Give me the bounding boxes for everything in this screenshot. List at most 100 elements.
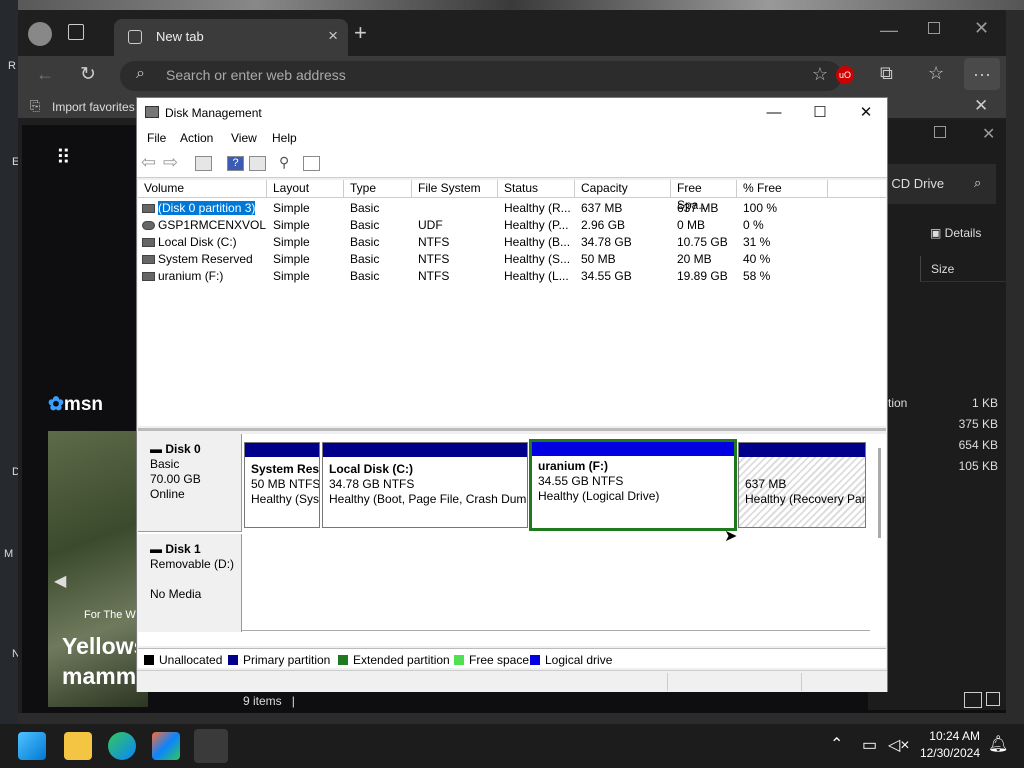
new-tab-icon [128, 30, 142, 44]
cell-capacity: 34.78 GB [581, 235, 632, 249]
start-windows-icon[interactable] [18, 732, 46, 760]
cell-status: Healthy (R... [504, 201, 571, 215]
close-favorites-bar-icon[interactable]: ✕ [974, 96, 988, 116]
cell-volume: (Disk 0 partition 3) [158, 201, 256, 215]
details-pane-icon: ▣ [930, 226, 945, 240]
forward-arrow-icon[interactable]: ⇨ [163, 152, 178, 173]
pane-splitter[interactable] [138, 428, 886, 431]
profile-avatar-icon[interactable] [28, 22, 52, 46]
close-button[interactable]: ✕ [843, 100, 889, 126]
col-free-space[interactable]: Free Spa... [671, 180, 737, 212]
search-disk-icon[interactable]: ⚲ [279, 154, 289, 171]
notifications-bell-icon[interactable]: 🔔︎ [988, 734, 1008, 754]
legend-logical: Logical drive [530, 653, 612, 667]
explorer-items-count: 9 items | [243, 694, 295, 708]
partition-uranium-f[interactable]: uranium (F:) 34.55 GB NTFS Healthy (Logica… [529, 439, 737, 531]
table-row[interactable]: uranium (F:) Simple Basic NTFS Healthy (… [138, 268, 886, 285]
favorites-icon[interactable]: ☆ [928, 63, 944, 84]
table-row[interactable]: GSP1RMCENXVOL... Simple Basic UDF Health… [138, 217, 886, 234]
volume-list: Volume Layout Type File System Status Ca… [138, 180, 886, 426]
tab-actions-icon[interactable] [68, 24, 84, 40]
menu-file[interactable]: File [147, 131, 166, 145]
minimize-icon[interactable]: — [880, 20, 898, 41]
graph-scrollbar[interactable] [878, 448, 881, 538]
desktop-letter: M [4, 548, 14, 560]
disk1-label[interactable]: ▬ Disk 1 Removable (D:) No Media [138, 534, 242, 632]
cell-status: Healthy (B... [504, 235, 571, 249]
mouse-cursor-icon: ➤ [724, 528, 738, 545]
back-arrow-icon[interactable]: ⇦ [141, 152, 156, 173]
col-type[interactable]: Type [344, 180, 412, 198]
more-menu-icon[interactable]: ··· [964, 58, 1000, 90]
close-tab-icon[interactable]: × [328, 26, 338, 46]
display-icon[interactable]: ▭ [862, 735, 877, 755]
news-card[interactable]: ◀ For The W Yellows mamm [48, 431, 148, 707]
cell-status: Healthy (S... [504, 252, 571, 266]
cell-volume: uranium (F:) [158, 269, 224, 283]
cell-capacity: 637 MB [581, 201, 623, 215]
apps-grid-icon[interactable]: ⠿ [56, 145, 71, 170]
details-view-icon[interactable] [964, 692, 982, 708]
file-explorer-icon[interactable] [64, 732, 92, 760]
carousel-prev-icon[interactable]: ◀ [54, 571, 66, 591]
edge-icon[interactable] [108, 732, 136, 760]
menu-help[interactable]: Help [272, 131, 297, 145]
disk0-label[interactable]: ▬ Disk 0 Basic 70.00 GB Online [138, 434, 242, 532]
volume-muted-icon[interactable]: ◁× [888, 735, 910, 755]
col-file-system[interactable]: File System [412, 180, 498, 198]
partition-system-reserved[interactable]: System Res 50 MB NTFS Healthy (Sys [244, 442, 320, 528]
explorer-close-icon[interactable]: ✕ [982, 124, 995, 144]
address-bar[interactable]: ⌕ Search or enter web address ☆ [120, 61, 842, 91]
maximize-button[interactable]: ☐ [797, 100, 843, 126]
table-row[interactable]: System Reserved Simple Basic NTFS Health… [138, 251, 886, 268]
msn-butterfly-icon: ✿ [48, 394, 64, 415]
help-icon[interactable]: ? [227, 156, 244, 171]
file-explorer-window: ✕ ch CD Drive ⌕ ▣ Details Size tion 1 KB… [868, 120, 1006, 710]
close-window-icon[interactable]: ✕ [974, 18, 989, 39]
disk-icon: ▬ [150, 542, 166, 556]
col-volume[interactable]: Volume [138, 180, 267, 198]
cell-type: Basic [350, 235, 380, 249]
maximize-icon[interactable] [928, 22, 940, 34]
tiles-view-icon[interactable] [986, 692, 1000, 706]
col-status[interactable]: Status [498, 180, 575, 198]
size-column-header[interactable]: Size [920, 256, 1006, 282]
col-layout[interactable]: Layout [267, 180, 344, 198]
list-icon[interactable] [303, 156, 320, 171]
taskbar: ⌃ ▭ ◁× 10:24 AM 12/30/2024 🔔︎ [0, 724, 1024, 768]
tab-new-tab[interactable]: New tab × [114, 19, 348, 56]
cell-pct: 31 % [743, 235, 771, 249]
new-tab-plus-icon[interactable]: + [354, 20, 367, 46]
disk-management-window: Disk Management — ☐ ✕ File Action View H… [136, 97, 888, 692]
minimize-button[interactable]: — [751, 100, 797, 126]
table-row[interactable]: (Disk 0 partition 3) Simple Basic Health… [138, 200, 886, 217]
cell-free: 637 MB [677, 201, 719, 215]
menu-action[interactable]: Action [180, 131, 213, 145]
details-button[interactable]: ▣ Details [930, 226, 981, 240]
explorer-maximize-icon[interactable] [934, 126, 946, 138]
refresh-icon[interactable]: ↻ [80, 63, 96, 86]
table-row[interactable]: Local Disk (C:) Simple Basic NTFS Health… [138, 234, 886, 251]
properties-icon[interactable] [249, 156, 266, 171]
show-hide-console-tree-icon[interactable] [195, 156, 212, 171]
store-icon[interactable] [152, 732, 180, 760]
col-capacity[interactable]: Capacity [575, 180, 671, 198]
disk-management-taskbar-icon[interactable] [194, 729, 228, 763]
partition-recovery[interactable]: 637 MB Healthy (Recovery Par [738, 442, 866, 528]
import-favorites-link[interactable]: Import favorites [52, 100, 135, 114]
partition-local-disk-c[interactable]: Local Disk (C:) 34.78 GB NTFS Healthy (Boo… [322, 442, 528, 528]
desktop-letter: R [8, 60, 16, 72]
col-pct-free[interactable]: % Free [737, 180, 828, 198]
system-clock[interactable]: 10:24 AM 12/30/2024 [920, 728, 980, 762]
cell-free: 0 MB [677, 218, 706, 232]
desktop-wallpaper-strip [0, 0, 1024, 10]
legend: Unallocated Primary partition Extended p… [138, 648, 886, 668]
cell-status: Healthy (P... [504, 218, 569, 232]
ublock-extension-icon[interactable]: uO [836, 66, 854, 84]
extensions-icon[interactable]: ⧉ [880, 63, 893, 84]
menu-view[interactable]: View [231, 131, 257, 145]
back-icon[interactable]: ← [36, 64, 54, 85]
favorite-star-icon[interactable]: ☆ [812, 64, 828, 85]
cell-layout: Simple [273, 201, 310, 215]
show-hidden-icons-icon[interactable]: ⌃ [830, 734, 843, 754]
